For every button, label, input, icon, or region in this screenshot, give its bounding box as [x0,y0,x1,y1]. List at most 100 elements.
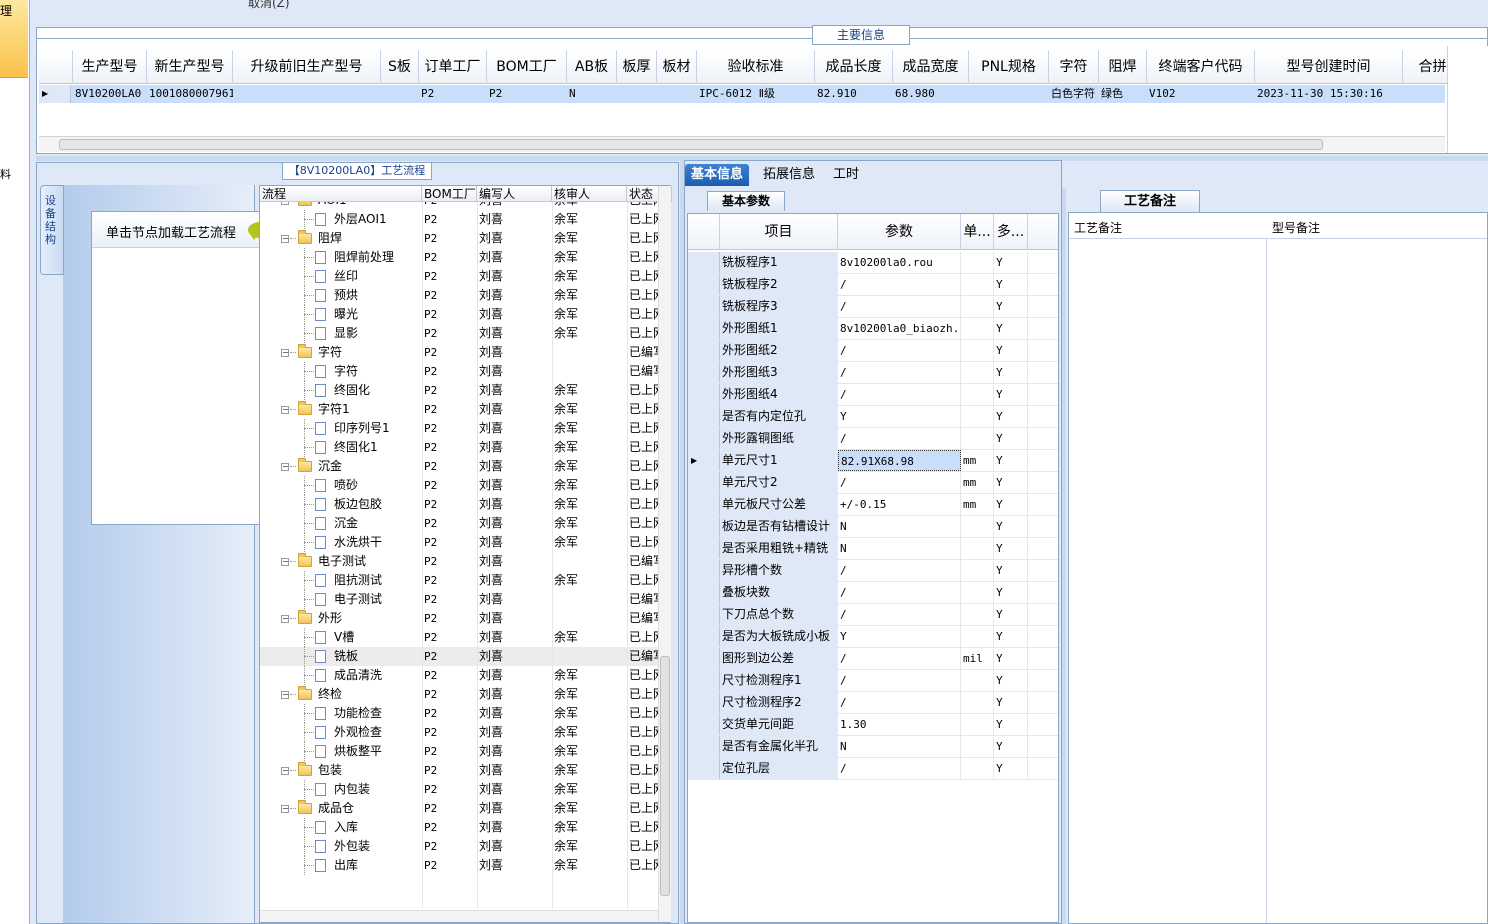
column-header[interactable]: 终端客户代码 [1147,50,1255,84]
grid-cell-param[interactable]: +/-0.15 [838,494,961,515]
collapse-toggle-icon[interactable]: − [281,691,289,699]
column-header[interactable]: 阻焊 [1099,50,1147,84]
grid-row[interactable]: 铣板程序3/ Y [688,296,1058,318]
grid-cell-param[interactable]: / [838,604,961,625]
tree-row[interactable]: 内包装 P2 刘喜 余军 已上网 [260,780,658,799]
grid-cell-unit[interactable]: mm [961,450,994,471]
tree-column-header[interactable]: 流程 [260,186,422,202]
table-cell[interactable]: P2 [419,85,487,103]
grid-row[interactable]: 外形图纸4/ Y [688,384,1058,406]
tree-row[interactable]: − 包装 P2 刘喜 余军 已上网 [260,761,658,780]
column-header[interactable]: 成品长度 [815,50,893,84]
grid-cell-unit[interactable] [961,604,994,625]
collapse-toggle-icon[interactable]: − [281,805,289,813]
tree-column-header[interactable]: BOM工厂 [422,186,477,202]
grid-cell-flag[interactable]: Y [994,648,1028,669]
table-cell[interactable]: 10010800079610 [147,85,233,103]
grid-row[interactable]: 外形图纸3/ Y [688,362,1058,384]
tree-column-header[interactable]: 编写人 [477,186,552,202]
tree-row[interactable]: 字符 P2 刘喜 已编写 [260,362,658,381]
table-cell[interactable]: 68.980 [893,85,969,103]
grid-column-header[interactable]: 单... [961,214,994,250]
grid-cell-flag[interactable]: Y [994,736,1028,757]
tree-row[interactable]: − 外形 P2 刘喜 已编写 [260,609,658,628]
column-header[interactable]: 订单工厂 [419,50,487,84]
grid-cell-unit[interactable] [961,406,994,427]
grid-cell-param[interactable]: 82.91X68.98 [838,450,961,471]
grid-row[interactable]: 铣板程序1 8v10200la0.rou Y [688,252,1058,274]
grid-cell-flag[interactable]: Y [994,714,1028,735]
tree-row[interactable]: − 沉金 P2 刘喜 余军 已上网 [260,457,658,476]
grid-row[interactable]: ▶ 单元尺寸1 82.91X68.98 mm Y [688,450,1058,472]
grid-cell-unit[interactable] [961,670,994,691]
column-header[interactable]: 验收标准 [697,50,815,84]
grid-cell-param[interactable]: 8v10200la0_biaozh... [838,318,961,339]
tree-row[interactable]: 预烘 P2 刘喜 余军 已上网 [260,286,658,305]
table-row[interactable]: ▶ 8V10200LA0 10010800079610 P2 P2 N IPC-6012 Ⅱ… [39,85,1445,103]
grid-cell-param[interactable]: / [838,428,961,449]
tree-row[interactable]: − 字符 P2 刘喜 已编写 [260,343,658,362]
grid-cell-unit[interactable] [961,560,994,581]
grid-cell-flag[interactable]: Y [994,384,1028,405]
vertical-scrollbar[interactable] [658,186,671,922]
grid-cell-param[interactable]: / [838,692,961,713]
side-tab-equipment[interactable]: 设备结构 [40,185,64,275]
horizontal-scrollbar[interactable] [39,136,1445,152]
grid-cell-flag[interactable]: Y [994,428,1028,449]
tab-process-remark[interactable]: 工艺备注 [1100,190,1200,212]
grid-cell-flag[interactable]: Y [994,692,1028,713]
grid-cell-flag[interactable]: Y [994,472,1028,493]
grid-column-header[interactable]: 项目 [720,214,838,250]
column-header[interactable]: 板材 [657,50,697,84]
grid-row[interactable]: 板边是否有钻槽设计 N Y [688,516,1058,538]
tree-row[interactable]: 出库 P2 刘喜 余军 已上网 [260,856,658,875]
table-cell[interactable]: V102 [1147,85,1255,103]
grid-cell-unit[interactable] [961,538,994,559]
grid-cell-flag[interactable]: Y [994,274,1028,295]
table-cell[interactable]: 82.910 [815,85,893,103]
grid-row[interactable]: 定位孔层 / Y [688,758,1058,780]
grid-cell-unit[interactable] [961,362,994,383]
table-cell[interactable]: 绿色 [1099,85,1147,103]
grid-cell-param[interactable]: Y [838,406,961,427]
loader-header[interactable]: 单击节点加载工艺流程 [92,212,278,248]
grid-cell-flag[interactable]: Y [994,494,1028,515]
tree-row[interactable]: 铣板 P2 刘喜 已编写 [260,647,658,666]
grid-cell-param[interactable]: / [838,472,961,493]
column-header[interactable]: 生产型号 [73,50,147,84]
grid-cell-unit[interactable] [961,692,994,713]
tree-column-header[interactable]: 核审人 [552,186,627,202]
grid-cell-flag[interactable]: Y [994,670,1028,691]
tab-1[interactable]: 拓展信息 [757,164,821,186]
grid-cell-param[interactable]: / [838,296,961,317]
tree-row[interactable]: 阻抗测试 P2 刘喜 余军 已上网 [260,571,658,590]
grid-cell-unit[interactable]: mm [961,472,994,493]
grid-cell-param[interactable]: / [838,648,961,669]
column-header[interactable]: 成品宽度 [893,50,969,84]
cancel-button[interactable]: 取消(Z) [248,0,290,11]
tree-row[interactable]: − 电子测试 P2 刘喜 已编写 [260,552,658,571]
table-cell[interactable] [969,85,1049,103]
column-header[interactable]: AB板 [567,50,617,84]
grid-cell-unit[interactable] [961,296,994,317]
grid-cell-param[interactable]: 8v10200la0.rou [838,252,961,273]
grid-cell-param[interactable]: N [838,516,961,537]
grid-cell-flag[interactable]: Y [994,450,1028,471]
collapse-toggle-icon[interactable]: − [281,235,289,243]
grid-cell-flag[interactable]: Y [994,560,1028,581]
grid-cell-param[interactable]: N [838,538,961,559]
collapse-toggle-icon[interactable]: − [281,615,289,623]
grid-cell-flag[interactable]: Y [994,758,1028,779]
tab-2[interactable]: 工时 [827,164,865,186]
tree-row[interactable]: 喷砂 P2 刘喜 余军 已上网 [260,476,658,495]
grid-cell-flag[interactable]: Y [994,252,1028,273]
grid-cell-unit[interactable] [961,516,994,537]
grid-row[interactable]: 图形到边公差 / mil Y [688,648,1058,670]
grid-cell-flag[interactable]: Y [994,362,1028,383]
tree-row[interactable]: 印序列号1 P2 刘喜 余军 已上网 [260,419,658,438]
tree-row[interactable]: 显影 P2 刘喜 余军 已上网 [260,324,658,343]
tree-row[interactable]: − AOI1 P2 刘喜余军已上网 [260,202,658,210]
table-cell[interactable]: N [567,85,617,103]
grid-row[interactable]: 外形图纸1 8v10200la0_biaozh... Y [688,318,1058,340]
table-cell[interactable]: 2023-11-30 15:30:16 [1255,85,1403,103]
